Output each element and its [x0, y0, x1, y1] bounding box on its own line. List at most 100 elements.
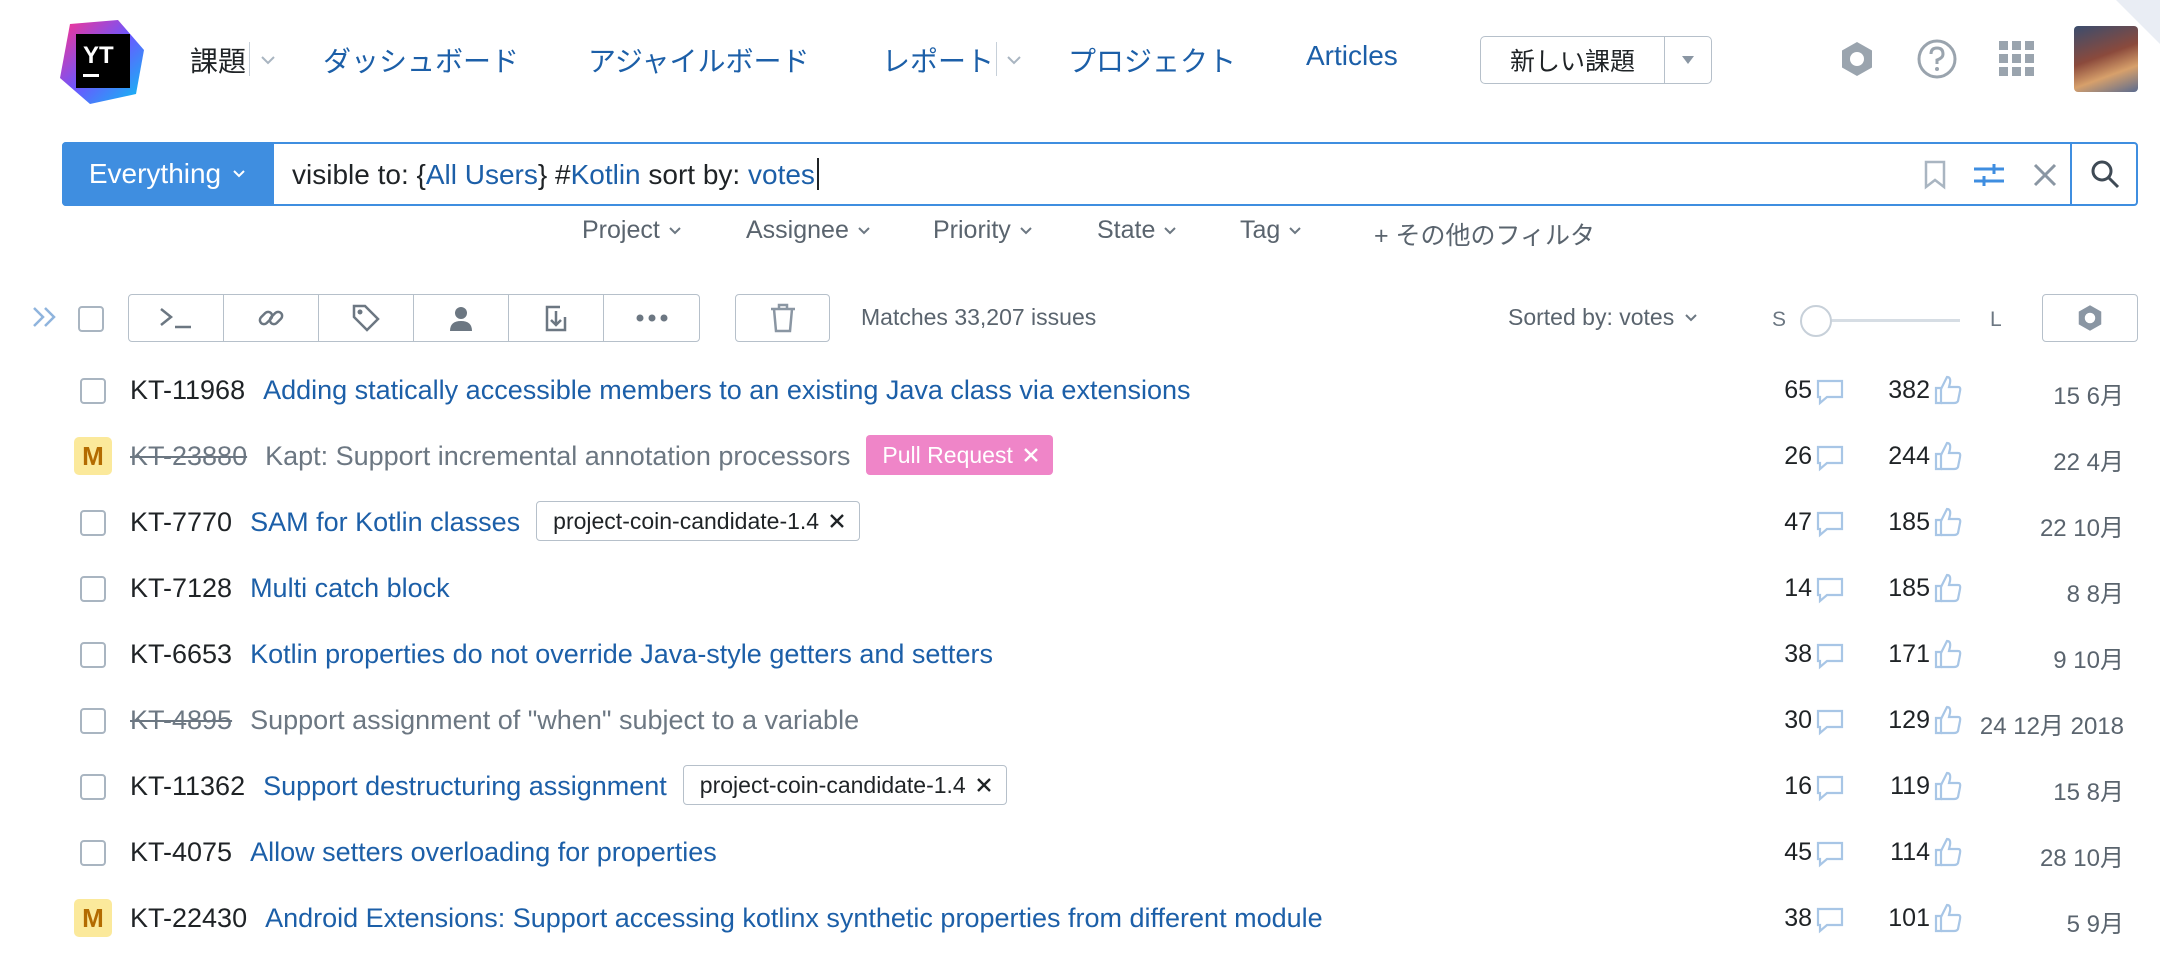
- vote-icon[interactable]: [1933, 572, 1963, 604]
- vote-icon[interactable]: [1933, 374, 1963, 406]
- select-all-checkbox[interactable]: [78, 306, 104, 332]
- export-button[interactable]: [509, 295, 604, 341]
- table-row: KT-11362 Support destructuring assignment…: [0, 754, 2160, 820]
- table-row: KT-7770 SAM for Kotlin classes project-coi…: [0, 490, 2160, 556]
- export-icon: [545, 305, 567, 332]
- row-checkbox[interactable]: [80, 378, 106, 404]
- chevron-down-icon[interactable]: [1004, 50, 1024, 70]
- issue-summary[interactable]: Adding statically accessible members to …: [263, 375, 1190, 406]
- row-checkbox[interactable]: [80, 708, 106, 734]
- new-issue-dropdown[interactable]: [1665, 37, 1711, 83]
- tag-icon: [352, 304, 380, 332]
- vote-icon[interactable]: [1933, 704, 1963, 736]
- filter-more[interactable]: + その他のフィルタ: [1374, 216, 1595, 252]
- search-context-button[interactable]: Everything: [62, 142, 274, 206]
- nav-projects[interactable]: プロジェクト: [1068, 40, 1236, 80]
- expand-sidebar-icon[interactable]: [30, 302, 62, 332]
- issue-id[interactable]: KT-4895: [130, 705, 232, 736]
- assign-button[interactable]: [414, 295, 509, 341]
- vote-icon[interactable]: [1933, 440, 1963, 472]
- vote-icon[interactable]: [1933, 770, 1963, 802]
- comments-count: 38: [1784, 640, 1812, 668]
- issue-summary[interactable]: Support assignment of "when" subject to …: [250, 705, 859, 736]
- votes-count: 114: [1890, 838, 1930, 866]
- search-bar: Everything visible to: {All Users} #Kotl…: [62, 142, 2138, 206]
- issue-summary[interactable]: Allow setters overloading for properties: [250, 837, 717, 868]
- nav-reports[interactable]: レポート: [882, 40, 994, 80]
- filter-priority[interactable]: Priority: [933, 216, 1033, 245]
- vote-icon[interactable]: [1933, 836, 1963, 868]
- issue-summary[interactable]: Android Extensions: Support accessing ko…: [265, 903, 1323, 934]
- issue-updated-date: 5 9月: [2066, 911, 2124, 938]
- remove-tag-icon[interactable]: [829, 513, 845, 529]
- tag-button[interactable]: [319, 295, 414, 341]
- youtrack-logo[interactable]: YT: [60, 20, 144, 104]
- chevron-down-icon[interactable]: [258, 50, 278, 70]
- new-issue-button[interactable]: 新しい課題: [1481, 37, 1665, 83]
- size-slider-handle[interactable]: [1800, 305, 1832, 337]
- issue-id[interactable]: KT-23880: [130, 441, 247, 472]
- settings-icon[interactable]: [1834, 36, 1880, 82]
- issue-id[interactable]: KT-11362: [130, 771, 245, 802]
- filter-settings-icon[interactable]: [1970, 156, 2008, 194]
- query-token: Kotlin: [570, 159, 641, 190]
- issue-id[interactable]: KT-11968: [130, 375, 245, 406]
- row-checkbox[interactable]: [80, 840, 106, 866]
- chevron-down-icon: [669, 226, 681, 234]
- issue-id[interactable]: KT-7770: [130, 507, 232, 538]
- delete-button[interactable]: [735, 294, 830, 342]
- filter-state[interactable]: State: [1097, 216, 1177, 245]
- list-settings-button[interactable]: [2042, 294, 2138, 342]
- issue-summary[interactable]: Multi catch block: [250, 573, 450, 604]
- trash-icon: [770, 303, 795, 333]
- query-text: } #: [537, 159, 571, 190]
- table-row: KT-6653 Kotlin properties do not override…: [0, 622, 2160, 688]
- issue-id[interactable]: KT-22430: [130, 903, 247, 934]
- chevron-down-icon: [1289, 226, 1302, 234]
- issue-tag: project-coin-candidate-1.4: [682, 765, 1007, 805]
- issue-tag: Pull Request: [866, 435, 1053, 475]
- issue-id[interactable]: KT-7128: [130, 573, 232, 604]
- size-slider-track[interactable]: [1812, 319, 1960, 322]
- row-checkbox[interactable]: [80, 774, 106, 800]
- nav-agile-boards[interactable]: アジャイルボード: [588, 40, 809, 80]
- issue-summary[interactable]: Kotlin properties do not override Java-s…: [250, 639, 993, 670]
- issue-id[interactable]: KT-4075: [130, 837, 232, 868]
- remove-tag-icon[interactable]: [976, 777, 992, 793]
- chevron-down-icon: [1685, 313, 1697, 321]
- remove-tag-icon[interactable]: [1023, 447, 1039, 463]
- search-input[interactable]: visible to: {All Users} #Kotlin sort by:…: [292, 158, 819, 191]
- clear-icon[interactable]: [2026, 156, 2064, 194]
- filter-project[interactable]: Project: [582, 216, 682, 245]
- issue-id[interactable]: KT-6653: [130, 639, 232, 670]
- nav-dashboards[interactable]: ダッシュボード: [323, 40, 519, 80]
- issue-summary[interactable]: SAM for Kotlin classes: [250, 507, 520, 538]
- vote-icon[interactable]: [1933, 638, 1963, 670]
- filter-assignee[interactable]: Assignee: [746, 216, 871, 245]
- filter-tag[interactable]: Tag: [1240, 216, 1302, 245]
- search-button[interactable]: [2070, 142, 2138, 206]
- nav-issues[interactable]: 課題: [190, 40, 246, 80]
- nav-separator: [996, 42, 997, 76]
- link-button[interactable]: [224, 295, 319, 341]
- size-small-label: S: [1772, 308, 1787, 331]
- vote-icon[interactable]: [1933, 902, 1963, 934]
- help-icon[interactable]: [1914, 36, 1960, 82]
- row-checkbox[interactable]: [80, 510, 106, 536]
- nav-articles[interactable]: Articles: [1306, 40, 1398, 72]
- bookmark-icon[interactable]: [1916, 156, 1954, 194]
- issue-summary[interactable]: Support destructuring assignment: [263, 771, 667, 802]
- issue-updated-date: 22 4月: [2053, 449, 2124, 476]
- apps-grid-icon[interactable]: [1994, 36, 2040, 82]
- issue-summary[interactable]: Kapt: Support incremental annotation pro…: [265, 441, 850, 472]
- vote-icon[interactable]: [1933, 506, 1963, 538]
- issue-updated-date: 15 6月: [2053, 383, 2124, 410]
- bulk-actions-toolbar: [128, 294, 700, 342]
- command-icon: [160, 308, 191, 329]
- sort-dropdown[interactable]: Sorted by: votes: [1508, 304, 1698, 331]
- row-checkbox[interactable]: [80, 642, 106, 668]
- more-actions-button[interactable]: [604, 295, 699, 341]
- row-checkbox[interactable]: [80, 576, 106, 602]
- command-button[interactable]: [129, 295, 224, 341]
- tag-label: project-coin-candidate-1.4: [553, 507, 820, 534]
